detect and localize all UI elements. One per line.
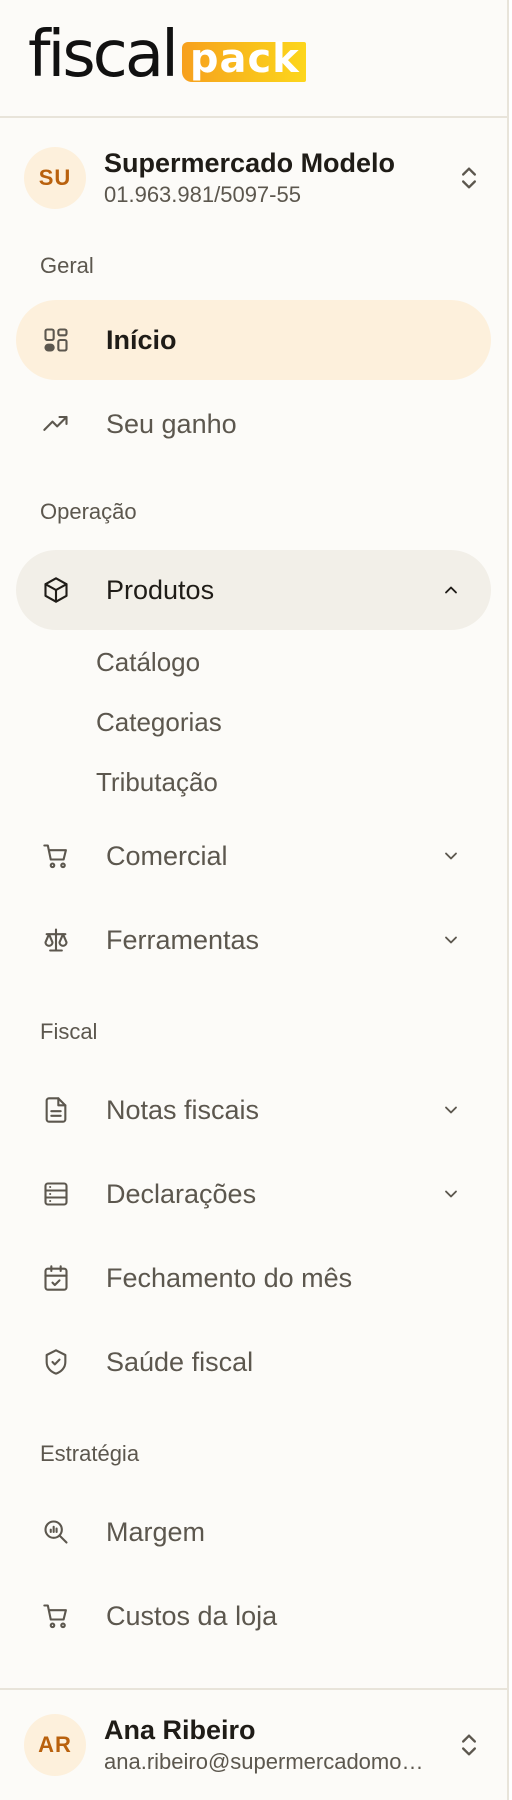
scale-icon [40, 924, 72, 956]
nav-label: Margem [106, 1516, 206, 1547]
dashboard-icon [40, 324, 72, 356]
nav-item-declaracoes[interactable]: Declarações [16, 1154, 491, 1234]
nav-label: Produtos [106, 574, 215, 605]
nav-label: Saúde fiscal [106, 1346, 254, 1377]
chevron-down-icon [445, 936, 457, 944]
store-switcher[interactable]: SU Supermercado Modelo 01.963.981/5097-5… [0, 118, 507, 238]
chevron-up-icon [445, 586, 457, 594]
nav-label: Ferramentas [106, 924, 260, 955]
chevron-down-icon [445, 1190, 457, 1198]
logo-pack-badge: pack [181, 39, 306, 82]
nav-label: Seu ganho [106, 408, 237, 439]
nav-item-fechamento-do-mes[interactable]: Fechamento do mês [16, 1238, 491, 1318]
chevrons-up-down-icon [462, 167, 476, 189]
subnav-item-tributacao[interactable]: Tributação [0, 752, 507, 812]
user-email: ana.ribeiro@supermercadomodelo.com.br [104, 1749, 434, 1774]
package-icon [40, 574, 72, 606]
server-icon [40, 1178, 72, 1210]
nav-item-inicio[interactable]: Início [16, 300, 491, 380]
section-geral: Geral [40, 253, 94, 278]
nav-label: Comercial [106, 840, 228, 871]
chevron-down-icon [445, 1106, 457, 1114]
nav-item-produtos[interactable]: Produtos [16, 550, 491, 630]
calendar-check-icon [40, 1262, 72, 1294]
logo-wordmark: fiscal [28, 18, 179, 92]
section-fiscal: Fiscal [40, 1019, 98, 1044]
user-avatar: AR [24, 1714, 86, 1776]
shield-check-icon [40, 1346, 72, 1378]
store-name: Supermercado Modelo [104, 148, 396, 178]
file-text-icon [40, 1094, 72, 1126]
trending-up-icon [40, 408, 72, 440]
chevrons-up-down-icon [462, 1734, 476, 1756]
nav-item-seu-ganho[interactable]: Seu ganho [16, 384, 491, 464]
nav-item-notas-fiscais[interactable]: Notas fiscais [16, 1070, 491, 1150]
nav-label: Custos da loja [106, 1600, 278, 1631]
logo[interactable]: fiscal pack [0, 0, 507, 118]
section-operacao: Operação [40, 499, 137, 524]
nav-label: Declarações [106, 1178, 257, 1209]
subnav-item-categorias[interactable]: Categorias [0, 692, 507, 752]
nav-item-ferramentas[interactable]: Ferramentas [16, 900, 491, 980]
subnav-item-catalogo[interactable]: Catálogo [0, 632, 507, 692]
nav-label: Início [106, 324, 177, 355]
nav-label: Notas fiscais [106, 1094, 260, 1125]
nav-item-margem[interactable]: Margem [16, 1492, 491, 1572]
nav-item-custos-da-loja[interactable]: Custos da loja [16, 1576, 491, 1656]
shopping-cart-icon [40, 1600, 72, 1632]
search-chart-icon [40, 1516, 72, 1548]
sidebar: fiscal pack SU Supermercado Modelo 01.96… [0, 0, 509, 1800]
nav-item-comercial[interactable]: Comercial [16, 816, 491, 896]
shopping-cart-icon [40, 840, 72, 872]
store-avatar: SU [24, 147, 86, 209]
user-menu[interactable]: AR Ana Ribeiro ana.ribeiro@supermercadom… [0, 1688, 507, 1800]
user-name: Ana Ribeiro [104, 1715, 256, 1745]
chevron-down-icon [445, 852, 457, 860]
section-estrategia: Estratégia [40, 1441, 140, 1466]
nav-item-saude-fiscal[interactable]: Saúde fiscal [16, 1322, 491, 1402]
nav-label: Fechamento do mês [106, 1262, 353, 1293]
store-cnpj: 01.963.981/5097-55 [104, 182, 301, 207]
